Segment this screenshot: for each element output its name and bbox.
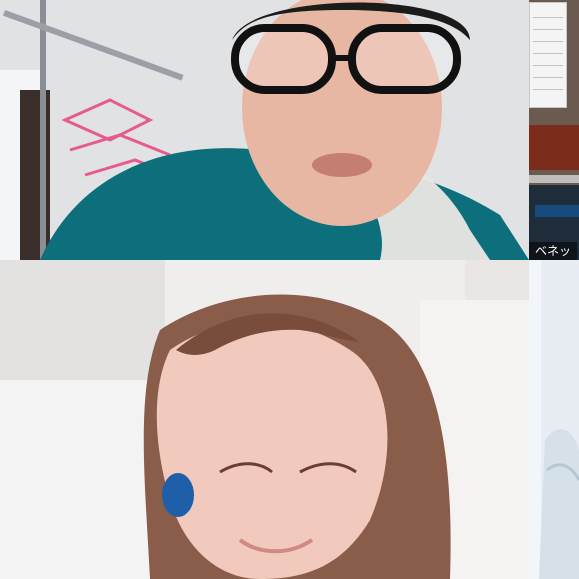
participant-name-label: ベネッ — [529, 242, 578, 260]
participant-video-tile[interactable]: ベネッ — [529, 0, 579, 260]
participant-video-feed — [0, 260, 529, 579]
wall-calendar — [529, 2, 567, 108]
participant-video-tile[interactable] — [0, 260, 529, 579]
participant-video-feed — [529, 260, 579, 579]
video-grid: ベネッ — [0, 0, 579, 579]
participant-video-tile[interactable] — [529, 260, 579, 579]
participant-video-feed — [0, 0, 529, 260]
participant-video-tile[interactable] — [0, 0, 529, 260]
